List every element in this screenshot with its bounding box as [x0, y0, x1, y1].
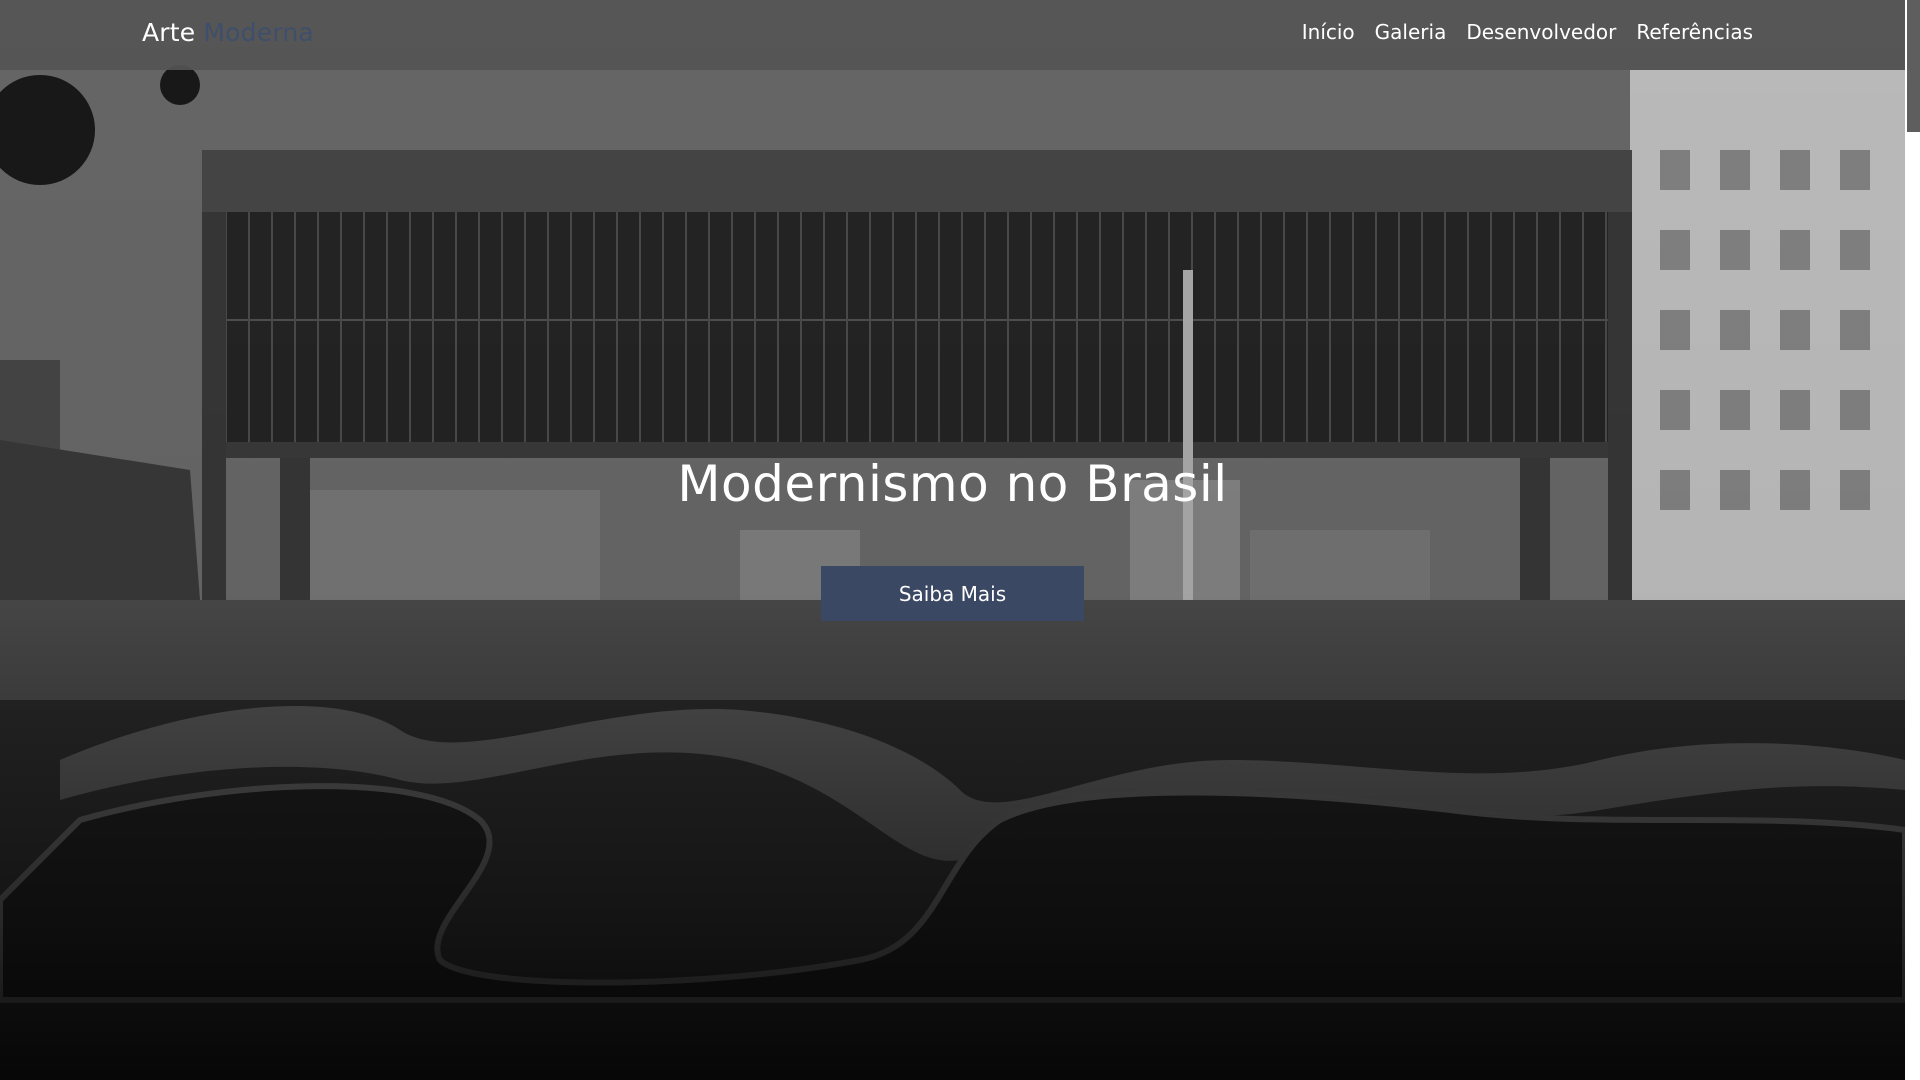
hero-dark-overlay — [0, 0, 1905, 1080]
nav-link-inicio[interactable]: Início — [1302, 20, 1355, 44]
nav-link-galeria[interactable]: Galeria — [1375, 20, 1447, 44]
scrollbar-track[interactable] — [1905, 0, 1920, 1080]
nav-link-desenvolvedor[interactable]: Desenvolvedor — [1466, 20, 1616, 44]
brand-logo[interactable]: Arte Moderna — [142, 18, 314, 47]
nav-link-referencias[interactable]: Referências — [1636, 20, 1753, 44]
saiba-mais-button[interactable]: Saiba Mais — [821, 566, 1084, 621]
top-navbar: Arte Moderna Início Galeria Desenvolvedor… — [0, 0, 1905, 70]
brand-word-arte: Arte — [142, 18, 196, 47]
landing-page: Arte Moderna Início Galeria Desenvolvedor… — [0, 0, 1920, 1080]
brand-word-moderna: Moderna — [203, 18, 314, 47]
hero-title: Modernismo no Brasil — [677, 455, 1228, 513]
nav-links: Início Galeria Desenvolvedor Referências — [1302, 20, 1753, 44]
scrollbar-thumb[interactable] — [1907, 0, 1920, 132]
